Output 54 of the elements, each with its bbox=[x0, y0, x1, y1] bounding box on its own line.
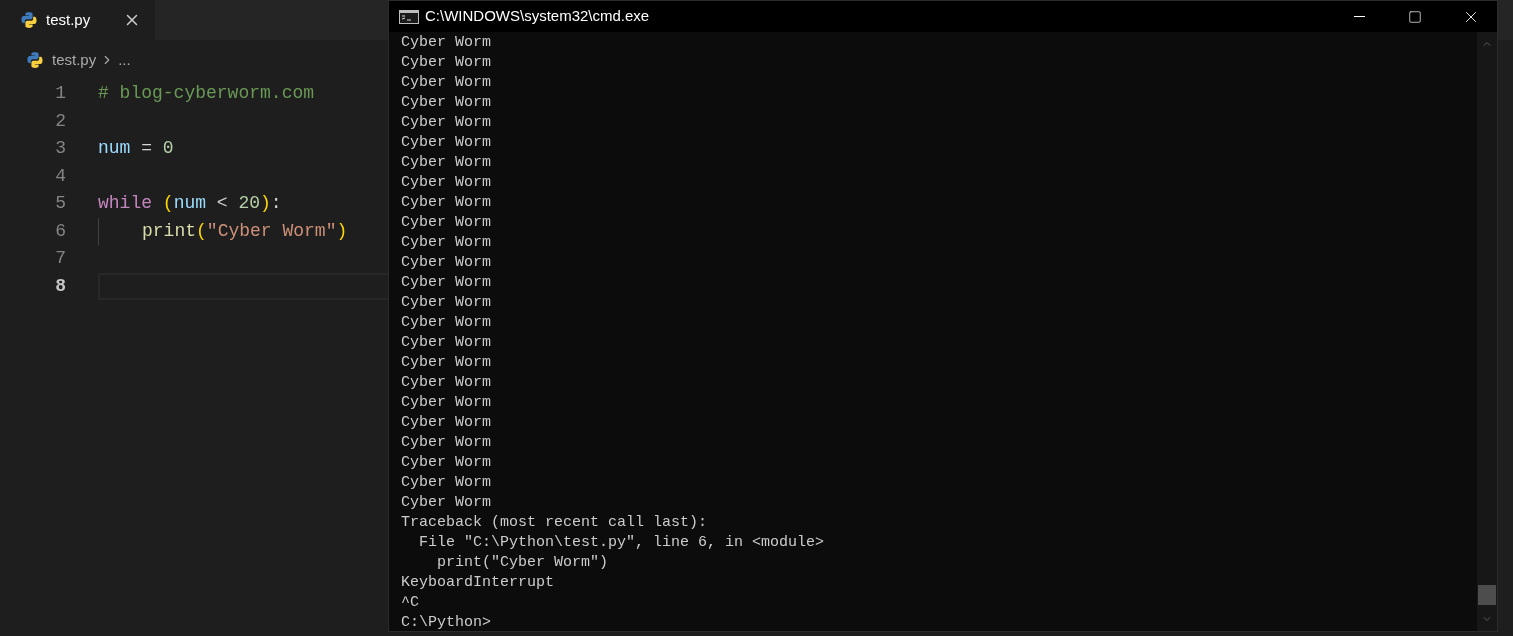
console-line: Cyber Worm bbox=[401, 93, 491, 113]
console-line: Cyber Worm bbox=[401, 53, 491, 73]
console-line: Cyber Worm bbox=[401, 193, 491, 213]
window-title: C:\WINDOWS\system32\cmd.exe bbox=[425, 6, 651, 27]
console-line: Cyber Worm bbox=[401, 453, 491, 473]
console-line: print("Cyber Worm") bbox=[436, 553, 609, 573]
code-line: # blog-cyberworm.com bbox=[98, 82, 315, 106]
code-line: while (num < 20): bbox=[98, 192, 282, 216]
console-line: Cyber Worm bbox=[401, 133, 491, 153]
console-line: Cyber Worm bbox=[401, 493, 491, 513]
console-line: Cyber Worm bbox=[401, 253, 491, 273]
line-number: 5 bbox=[54, 192, 66, 216]
console-line: Cyber Worm bbox=[401, 473, 491, 493]
console-line: ^C bbox=[401, 593, 419, 613]
console-line: Cyber Worm bbox=[401, 73, 491, 93]
line-number: 2 bbox=[54, 109, 66, 133]
minimize-icon bbox=[1353, 16, 1365, 17]
console-line: File "C:\Python\test.py", line 6, in <module> bbox=[418, 533, 825, 553]
code-line: num = 0 bbox=[98, 137, 174, 161]
console-line: Cyber Worm bbox=[401, 393, 491, 413]
scrollbar-thumb[interactable] bbox=[1478, 585, 1496, 605]
console-line: Cyber Worm bbox=[401, 413, 491, 433]
maximize-icon bbox=[1408, 9, 1422, 24]
breadcrumb-item[interactable]: ... bbox=[118, 48, 131, 72]
line-number: 3 bbox=[54, 137, 66, 161]
console-line: Cyber Worm bbox=[401, 153, 491, 173]
console-line: Cyber Worm bbox=[401, 293, 491, 313]
console-line: Cyber Worm bbox=[401, 353, 491, 373]
console-line: Cyber Worm bbox=[401, 373, 491, 393]
scrollbar[interactable] bbox=[1477, 32, 1497, 631]
line-number: 6 bbox=[54, 219, 66, 243]
python-file-icon bbox=[20, 11, 38, 29]
console-line: Cyber Worm bbox=[401, 233, 491, 253]
console-line: Cyber Worm bbox=[401, 333, 491, 353]
editor-tab[interactable]: test.py bbox=[0, 0, 155, 40]
console-line: Cyber Worm bbox=[401, 213, 491, 233]
console-line: Cyber Worm bbox=[401, 173, 491, 193]
line-number: 8 bbox=[54, 274, 66, 298]
tab-label: test.py bbox=[46, 9, 92, 30]
code-line: print("Cyber Worm") bbox=[142, 219, 348, 243]
console-line: Traceback (most recent call last): bbox=[401, 513, 708, 533]
console-line: Cyber Worm bbox=[401, 113, 491, 133]
line-number: 1 bbox=[54, 82, 66, 106]
breadcrumb-item[interactable]: test.py bbox=[52, 48, 97, 72]
console-line: Cyber Worm bbox=[401, 33, 491, 53]
line-number: 4 bbox=[54, 164, 66, 188]
console-line: Cyber Worm bbox=[401, 433, 491, 453]
python-file-icon bbox=[26, 51, 44, 69]
console-line: Cyber Worm bbox=[401, 273, 491, 293]
console-line: KeyboardInterrupt bbox=[401, 573, 555, 593]
console-icon bbox=[399, 9, 419, 24]
console-line: Cyber Worm bbox=[401, 313, 491, 333]
console-line: C:\Python> bbox=[401, 613, 491, 633]
line-number: 7 bbox=[54, 247, 66, 271]
